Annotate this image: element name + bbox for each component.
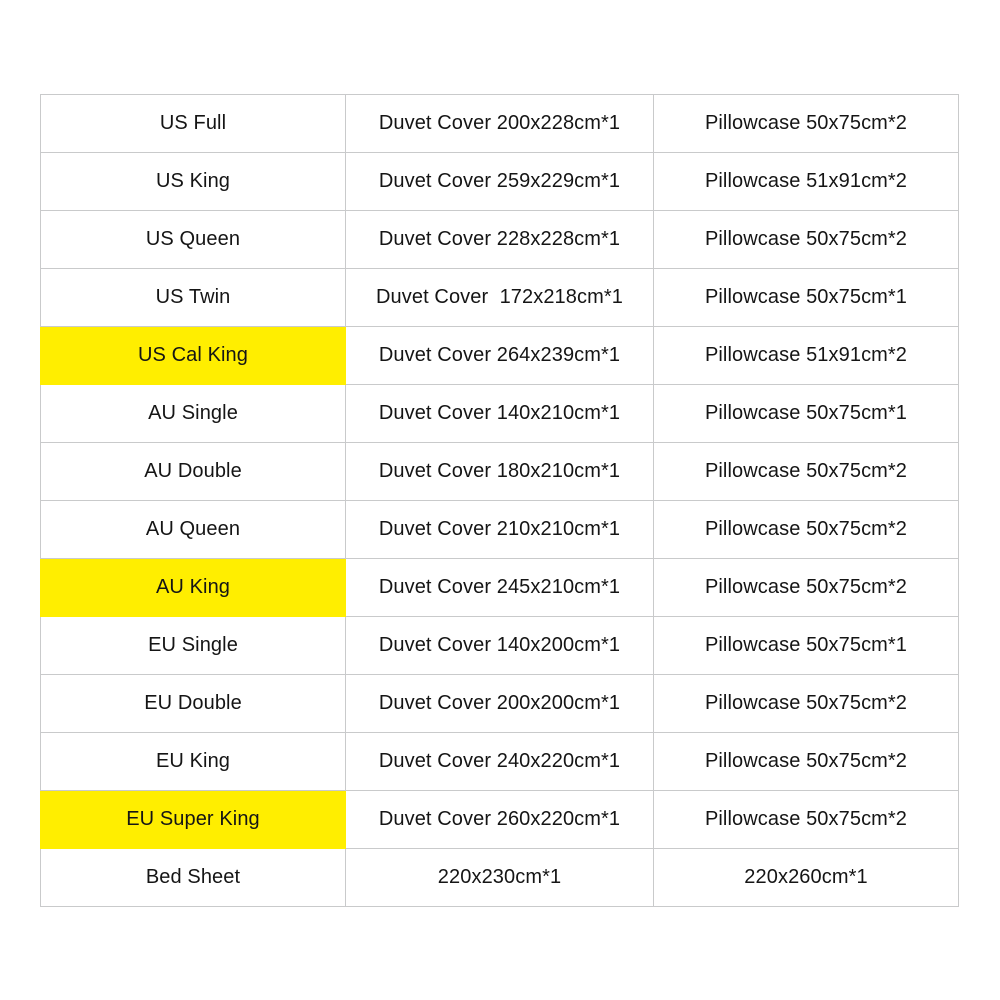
duvet-cover-cell: Duvet Cover 140x210cm*1 (345, 384, 654, 443)
size-name-cell: US Twin (40, 268, 346, 327)
pillowcase-cell: 220x260cm*1 (653, 848, 959, 907)
bedding-size-chart: US Full Duvet Cover 200x228cm*1 Pillowcase… (40, 94, 959, 907)
size-name-cell: AU Single (40, 384, 346, 443)
duvet-cover-cell: Duvet Cover 180x210cm*1 (345, 442, 654, 501)
pillowcase-cell: Pillowcase 50x75cm*2 (653, 790, 959, 849)
size-table-body: US Full Duvet Cover 200x228cm*1 Pillowcase… (40, 94, 959, 907)
duvet-cover-cell: Duvet Cover 172x218cm*1 (345, 268, 654, 327)
pillowcase-cell: Pillowcase 51x91cm*2 (653, 152, 959, 211)
pillowcase-cell: Pillowcase 50x75cm*2 (653, 94, 959, 153)
pillowcase-cell: Pillowcase 51x91cm*2 (653, 326, 959, 385)
duvet-cover-cell: 220x230cm*1 (345, 848, 654, 907)
table-row: US Twin Duvet Cover 172x218cm*1 Pillowcase… (40, 268, 959, 327)
duvet-cover-cell: Duvet Cover 264x239cm*1 (345, 326, 654, 385)
duvet-cover-cell: Duvet Cover 200x200cm*1 (345, 674, 654, 733)
duvet-cover-cell: Duvet Cover 140x200cm*1 (345, 616, 654, 675)
duvet-cover-cell: Duvet Cover 245x210cm*1 (345, 558, 654, 617)
size-table: US Full Duvet Cover 200x228cm*1 Pillowcase… (40, 94, 959, 907)
duvet-cover-cell: Duvet Cover 240x220cm*1 (345, 732, 654, 791)
table-row: EU Super King Duvet Cover 260x220cm*1 Pill… (40, 790, 959, 849)
duvet-cover-cell: Duvet Cover 200x228cm*1 (345, 94, 654, 153)
pillowcase-cell: Pillowcase 50x75cm*1 (653, 268, 959, 327)
size-name-cell: EU Double (40, 674, 346, 733)
table-row: US Queen Duvet Cover 228x228cm*1 Pillowcas… (40, 210, 959, 269)
table-row: US Full Duvet Cover 200x228cm*1 Pillowcase… (40, 94, 959, 153)
size-name-cell: AU King (40, 558, 346, 617)
table-row: Bed Sheet 220x230cm*1 220x260cm*1 (40, 848, 959, 907)
pillowcase-cell: Pillowcase 50x75cm*2 (653, 732, 959, 791)
table-row: AU King Duvet Cover 245x210cm*1 Pillowcase… (40, 558, 959, 617)
size-name-cell: AU Queen (40, 500, 346, 559)
pillowcase-cell: Pillowcase 50x75cm*1 (653, 616, 959, 675)
size-name-cell: EU Single (40, 616, 346, 675)
size-name-cell: US King (40, 152, 346, 211)
size-name-cell: AU Double (40, 442, 346, 501)
duvet-cover-cell: Duvet Cover 259x229cm*1 (345, 152, 654, 211)
size-name-cell: US Cal King (40, 326, 346, 385)
pillowcase-cell: Pillowcase 50x75cm*2 (653, 442, 959, 501)
table-row: AU Double Duvet Cover 180x210cm*1 Pillowca… (40, 442, 959, 501)
duvet-cover-cell: Duvet Cover 210x210cm*1 (345, 500, 654, 559)
table-row: US Cal King Duvet Cover 264x239cm*1 Pillow… (40, 326, 959, 385)
duvet-cover-cell: Duvet Cover 260x220cm*1 (345, 790, 654, 849)
table-row: EU Double Duvet Cover 200x200cm*1 Pillowca… (40, 674, 959, 733)
table-row: US King Duvet Cover 259x229cm*1 Pillowcase… (40, 152, 959, 211)
size-name-cell: EU King (40, 732, 346, 791)
table-row: EU King Duvet Cover 240x220cm*1 Pillowcase… (40, 732, 959, 791)
pillowcase-cell: Pillowcase 50x75cm*2 (653, 558, 959, 617)
table-row: AU Queen Duvet Cover 210x210cm*1 Pillowcas… (40, 500, 959, 559)
size-name-cell: EU Super King (40, 790, 346, 849)
pillowcase-cell: Pillowcase 50x75cm*2 (653, 500, 959, 559)
table-row: EU Single Duvet Cover 140x200cm*1 Pillowca… (40, 616, 959, 675)
pillowcase-cell: Pillowcase 50x75cm*2 (653, 210, 959, 269)
size-name-cell: US Queen (40, 210, 346, 269)
table-row: AU Single Duvet Cover 140x210cm*1 Pillowca… (40, 384, 959, 443)
size-name-cell: Bed Sheet (40, 848, 346, 907)
size-name-cell: US Full (40, 94, 346, 153)
pillowcase-cell: Pillowcase 50x75cm*1 (653, 384, 959, 443)
pillowcase-cell: Pillowcase 50x75cm*2 (653, 674, 959, 733)
duvet-cover-cell: Duvet Cover 228x228cm*1 (345, 210, 654, 269)
